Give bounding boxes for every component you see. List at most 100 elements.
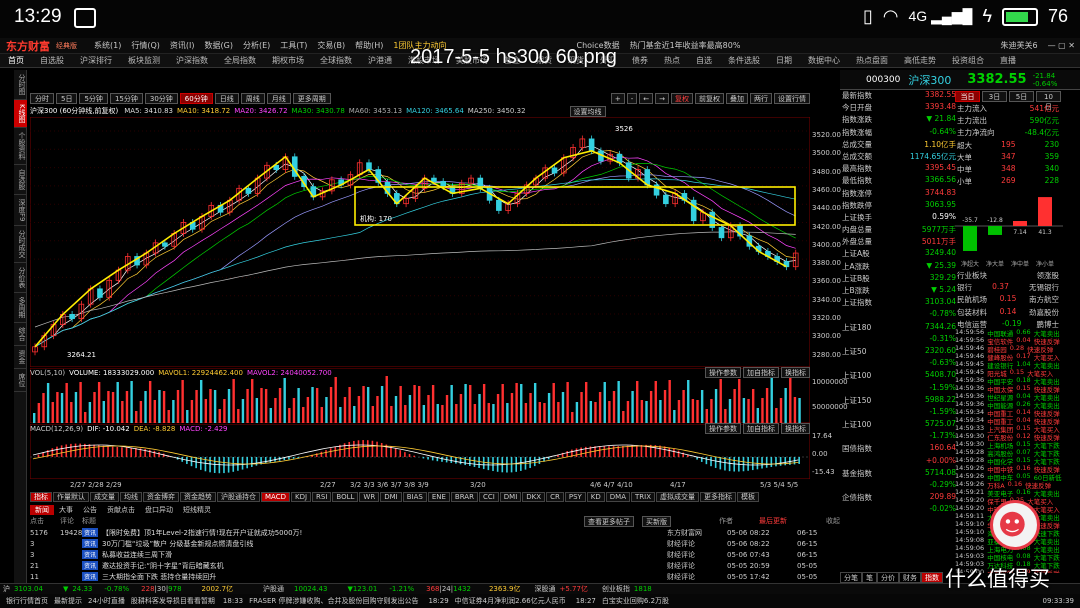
period-button[interactable]: 更多周期 [292, 93, 331, 104]
indicator-tab[interactable]: DKX [522, 492, 546, 502]
tick-row[interactable]: 14:59:33 上汽集团 0.15 大笔买入 [955, 424, 1063, 434]
indicator-tab[interactable]: DMI [499, 492, 522, 502]
nav-item[interactable]: 热点 [656, 55, 688, 66]
indicator-tab[interactable]: CCI [478, 492, 499, 502]
news-title[interactable]: 三大期指全面下跌 悲持仓量持续回升 [102, 572, 667, 582]
tick-row[interactable]: 14:59:46 碧桂园 0.28 快速反弹 [955, 344, 1063, 354]
tick-row[interactable]: 14:59:36 中国平安 0.18 大笔卖出 [955, 376, 1063, 386]
indicator-tab[interactable]: KDJ [290, 492, 312, 502]
tick-row[interactable]: 14:59:28 高鸿股份 0.07 大笔下跌 [955, 448, 1063, 458]
news-row[interactable]: 3 资讯 30万门槛“垃圾”散户 分级基金新规点燃清盘引线 财经评论 05-06 08:… [30, 538, 840, 549]
tick-row[interactable]: 14:59:26 中国中铁 0.16 快速反弹 [955, 464, 1063, 474]
nav-item[interactable]: 板块监测 [120, 55, 168, 66]
right-bottom-tab[interactable]: 财务 [899, 571, 921, 583]
nav-item[interactable]: 全球指数 [312, 55, 360, 66]
menu-item[interactable]: 工具(T) [275, 40, 312, 51]
menu-item[interactable]: 资讯(I) [165, 40, 200, 51]
tips-link[interactable]: 最新提示 [54, 596, 82, 606]
tick-row[interactable]: 14:59:21 美亚电子 0.16 大笔卖出 [955, 488, 1063, 498]
left-tab[interactable]: 综合 [14, 323, 27, 347]
indicator-tab[interactable]: RSI [312, 492, 332, 502]
indicator-tab[interactable]: BRAR [450, 492, 478, 502]
macd-option-button[interactable]: 操作参数 [705, 423, 741, 434]
left-tab[interactable]: 分时图 [14, 70, 27, 100]
period-button[interactable]: 30分钟 [144, 93, 178, 104]
nav-item[interactable]: 日期 [768, 55, 800, 66]
indicator-tab[interactable]: DMA [605, 492, 630, 502]
indicator-tab[interactable]: 均线 [120, 492, 142, 502]
tick-row[interactable]: 14:59:30 仁东股份 0.12 快速反弹 [955, 432, 1063, 442]
nav-item[interactable]: 债券 [624, 55, 656, 66]
period-button[interactable]: 15分钟 [109, 93, 143, 104]
menu-item[interactable]: 分析(E) [238, 40, 275, 51]
chart-option-button[interactable]: 叠加 [726, 93, 748, 104]
menu-item[interactable]: 行情(Q) [126, 40, 165, 51]
chart-option-button[interactable]: 复权 [671, 93, 693, 104]
left-tab[interactable]: 自选股 [14, 165, 27, 195]
right-bottom-tab[interactable]: 笔 [862, 571, 877, 583]
news-row[interactable]: 21 资讯 邀达投资手记:“阴十字星”背后暗藏玄机 财经评论 05-05 20:59 05… [30, 560, 840, 571]
scroll-news-3[interactable]: 中信证券4月净利润2.66亿元人民币 [455, 596, 566, 606]
news-row[interactable]: 5176 19428 资讯 【限时免费】顶1年Level-2指速行情!现在开户证就成功… [30, 527, 840, 538]
right-bottom-tab[interactable]: 分笔 [840, 571, 862, 583]
tick-row[interactable]: 14:59:30 上海机场 0.15 大笔下跌 [955, 440, 1063, 450]
volume-option-button[interactable]: 操作参数 [705, 367, 741, 378]
tick-row[interactable]: 14:59:46 健峰股份 0.17 大笔买入 [955, 352, 1063, 362]
news-tab[interactable]: 新闻 [30, 505, 54, 515]
tick-row[interactable]: 14:59:03 中国核电 0.08 大笔下跌 [955, 552, 1063, 562]
indicator-tab[interactable]: 更多指标 [700, 492, 736, 502]
chart-option-button[interactable]: 前复权 [695, 93, 724, 104]
tick-row[interactable]: 14:59:28 中国化学 0.15 大笔下跌 [955, 456, 1063, 466]
price-chart[interactable]: 3526 3264.21 机构: 170 [30, 117, 810, 367]
tick-row[interactable]: 14:59:56 中国联通 0.66 大笔卖出 [955, 328, 1063, 338]
tick-row[interactable]: 14:59:56 宝信软件 0.04 快速反弹 [955, 336, 1063, 346]
scroll-news-4[interactable]: 白宝实业回购6.2万股 [602, 596, 669, 606]
new-version-button[interactable]: 买新版 [642, 515, 671, 527]
volume-option-button[interactable]: 加自指标 [743, 367, 779, 378]
indicator-tab[interactable]: KD [586, 492, 605, 502]
nav-item[interactable]: 高低走势 [896, 55, 944, 66]
nav-item[interactable]: 全局指数 [216, 55, 264, 66]
indicator-tab[interactable]: MACD [261, 492, 290, 502]
news-tab[interactable]: 贡献点击 [102, 505, 140, 515]
indicator-tab[interactable]: BOLL [332, 492, 359, 502]
indicator-tab[interactable]: 模板 [737, 492, 759, 502]
nav-item[interactable]: 首页 [0, 55, 32, 66]
nav-item[interactable]: 沪深指数 [168, 55, 216, 66]
tick-row[interactable]: 14:59:34 中国重工 0.14 快速反弹 [955, 408, 1063, 418]
tick-row[interactable]: 14:59:45 阳光城 0.15 大笔买入 [955, 368, 1063, 378]
zoom-icon[interactable]: + [610, 93, 625, 104]
tick-row[interactable]: 14:59:36 世纪星源 0.04 大笔卖出 [955, 392, 1063, 402]
fund-promo-link[interactable]: 热门基金近1年收益率最高80% [625, 40, 746, 51]
indicator-tab[interactable]: DMI [380, 492, 402, 502]
volume-option-button[interactable]: 换指标 [781, 367, 810, 378]
period-button[interactable]: 5分钟 [79, 93, 108, 104]
menu-item[interactable]: 交易(B) [312, 40, 350, 51]
indicator-tab[interactable]: 作量默认 [53, 492, 89, 502]
tick-row[interactable]: 14:59:36 中国能源 0.26 大笔卖出 [955, 400, 1063, 410]
scroll-news-1[interactable]: 股耕科客发导损目看看暂期 [131, 596, 215, 606]
nav-item[interactable]: 沪港通 [360, 55, 400, 66]
nav-item[interactable]: 数据中心 [800, 55, 848, 66]
nav-item[interactable]: 沪深排行 [72, 55, 120, 66]
nav-item[interactable]: 条件选股 [720, 55, 768, 66]
news-title[interactable]: 【限时免费】顶1年Level-2指速行情!现在开户证就成功5000万! [102, 528, 667, 538]
news-collapse[interactable]: 收起 [826, 516, 840, 526]
macd-option-button[interactable]: 加自指标 [743, 423, 779, 434]
indicator-tab[interactable]: TRIX [631, 492, 655, 502]
more-posts-button[interactable]: 查看更多帖子 [584, 515, 634, 527]
zoom-icon[interactable]: ← [639, 93, 654, 104]
macd-option-button[interactable]: 换指标 [781, 423, 810, 434]
sector-row[interactable]: 民航机场 0.15 南方航空 [955, 294, 1063, 306]
period-button[interactable]: 5日 [56, 93, 78, 104]
nav-item[interactable]: 热点盘面 [848, 55, 896, 66]
tick-row[interactable]: 14:59:34 中国重工 0.04 快速反弹 [955, 416, 1063, 426]
indicator-tab[interactable]: PSY [564, 492, 586, 502]
left-tab[interactable]: 分时成交 [14, 226, 27, 264]
news-tab[interactable]: 短线精灵 [178, 505, 216, 515]
tick-row[interactable]: 14:59:36 中国太保 0.15 快速反弹 [955, 384, 1063, 394]
left-tab[interactable]: 分价表 [14, 263, 27, 294]
flow-period-tab[interactable]: 3日 [982, 91, 1007, 102]
chart-option-button[interactable]: 两行 [750, 93, 772, 104]
left-tab[interactable]: K线图 [14, 100, 27, 128]
